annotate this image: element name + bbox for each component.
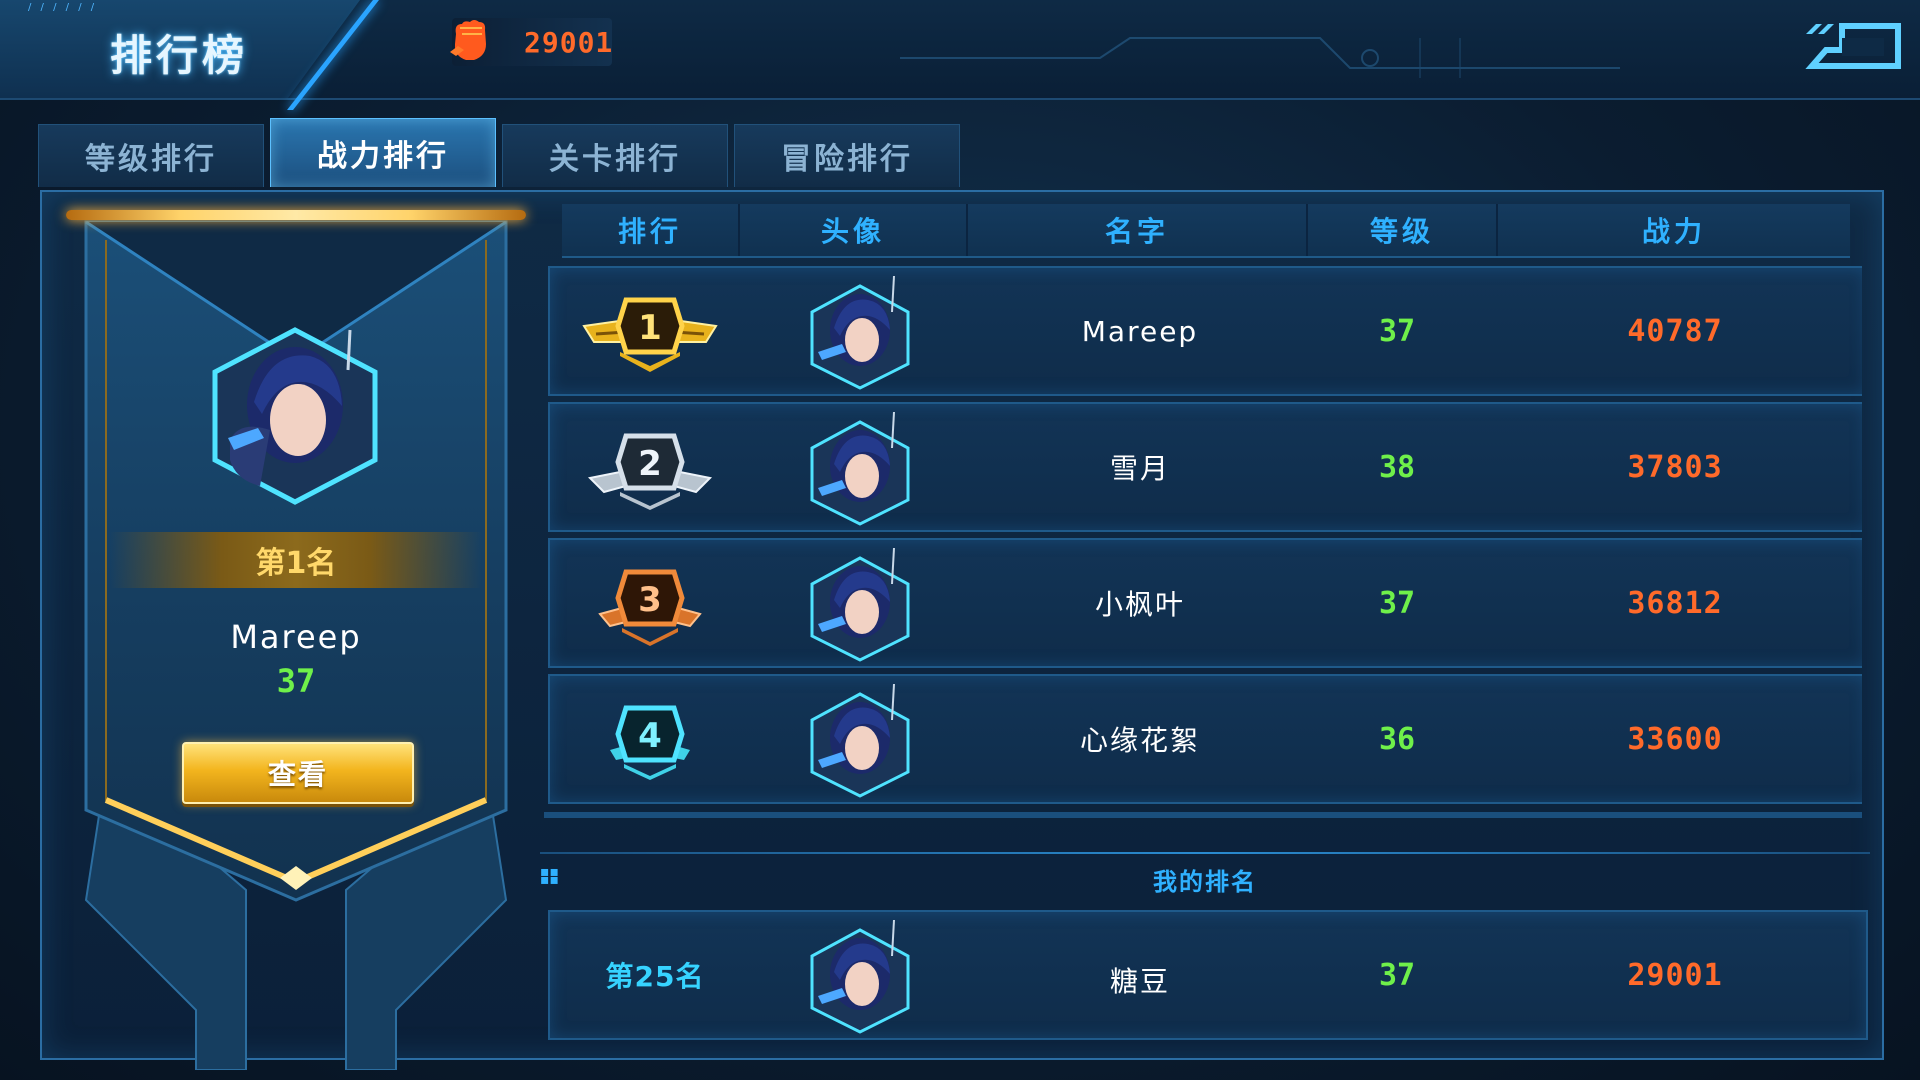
champion-rank-label: 第1名 — [110, 532, 482, 588]
player-power: 40787 — [1627, 313, 1723, 349]
svg-text:2: 2 — [638, 444, 662, 484]
player-power: 36812 — [1627, 585, 1723, 621]
player-level: 37 — [1378, 585, 1416, 621]
column-header-rank: 排行 — [562, 204, 740, 256]
champion-banner: 第1名 Mareep 37 查看 — [66, 210, 526, 1070]
player-level: 37 — [1378, 313, 1416, 349]
column-header-name: 名字 — [968, 204, 1308, 256]
player-name: 心缘花絮 — [1079, 724, 1200, 757]
my-power: 29001 — [1627, 957, 1723, 993]
player-name: Mareep — [1081, 314, 1199, 348]
my-rank-header: ▪▪ ▪▪ 我的排名 — [540, 852, 1870, 904]
my-rank-row[interactable]: 第25名 糖豆 37 29001 — [548, 910, 1868, 1040]
tab-stage-ranking[interactable]: 关卡排行 — [502, 124, 728, 187]
player-power: 33600 — [1627, 721, 1723, 757]
view-button[interactable]: 查看 — [182, 742, 414, 804]
column-header-power: 战力 — [1641, 215, 1706, 248]
table-header: 排行 头像 名字 等级 战力 — [562, 204, 1850, 258]
player-avatar[interactable] — [802, 544, 918, 662]
rank-1-badge-icon: 1 — [582, 297, 718, 372]
tab-power-ranking[interactable]: 战力排行 — [270, 118, 496, 187]
player-level: 38 — [1378, 449, 1416, 485]
tab-level-ranking[interactable]: 等级排行 — [38, 124, 264, 187]
circuit-decoration — [900, 37, 1620, 78]
my-avatar[interactable] — [802, 916, 918, 1034]
list-scroll-edge — [544, 812, 1862, 818]
table-row[interactable]: 2 雪月 38 37803 — [548, 402, 1862, 532]
ranking-list[interactable]: 1 Mareep 37 40787 2 雪月 38 37803 3 小枫叶 37… — [540, 266, 1862, 812]
fist-power-icon — [450, 20, 486, 60]
player-power: 37803 — [1627, 449, 1723, 485]
player-name: 小枫叶 — [1094, 588, 1185, 621]
leaderboard-screen: / / / / / / 排行榜 29001 等级排行 战力排行 关卡排行 冒险排… — [0, 0, 1920, 1080]
my-rank-title: 我的排名 — [1153, 868, 1257, 896]
table-row[interactable]: 1 Mareep 37 40787 — [548, 266, 1862, 396]
power-value: 29001 — [524, 26, 614, 59]
table-row[interactable]: 4 心缘花絮 36 33600 — [548, 674, 1862, 804]
rank-2-badge-icon: 2 — [587, 433, 713, 510]
my-level: 37 — [1378, 957, 1416, 993]
player-avatar[interactable] — [802, 272, 918, 390]
player-avatar[interactable] — [802, 408, 918, 526]
banner-gold-bar — [66, 210, 526, 220]
top-bar: / / / / / / 排行榜 29001 — [0, 0, 1920, 110]
rank-4-badge-icon: 4 — [610, 705, 690, 780]
svg-text:3: 3 — [638, 580, 662, 620]
champion-avatar — [212, 327, 378, 505]
my-rank-position: 第25名 — [605, 960, 705, 993]
player-level: 36 — [1378, 721, 1416, 757]
column-header-avatar: 头像 — [740, 204, 968, 256]
my-rank-divider — [540, 852, 1870, 854]
tab-adventure-ranking[interactable]: 冒险排行 — [734, 124, 960, 187]
table-row[interactable]: 3 小枫叶 37 36812 — [548, 538, 1862, 668]
column-header-level: 等级 — [1308, 204, 1498, 256]
champion-level: 37 — [276, 662, 316, 700]
champion-name: Mareep — [230, 618, 362, 656]
page-title: 排行榜 — [110, 31, 249, 80]
rank-3-badge-icon: 3 — [598, 569, 702, 646]
my-name: 糖豆 — [1109, 965, 1170, 998]
svg-text:1: 1 — [638, 308, 662, 348]
player-name: 雪月 — [1109, 452, 1170, 485]
player-avatar[interactable] — [802, 680, 918, 798]
svg-text:4: 4 — [638, 716, 662, 756]
tab-bar: 等级排行 战力排行 关卡排行 冒险排行 — [38, 118, 968, 187]
back-arrow-icon[interactable] — [1802, 20, 1904, 72]
title-stripes-decoration: / / / / / / — [28, 2, 98, 13]
